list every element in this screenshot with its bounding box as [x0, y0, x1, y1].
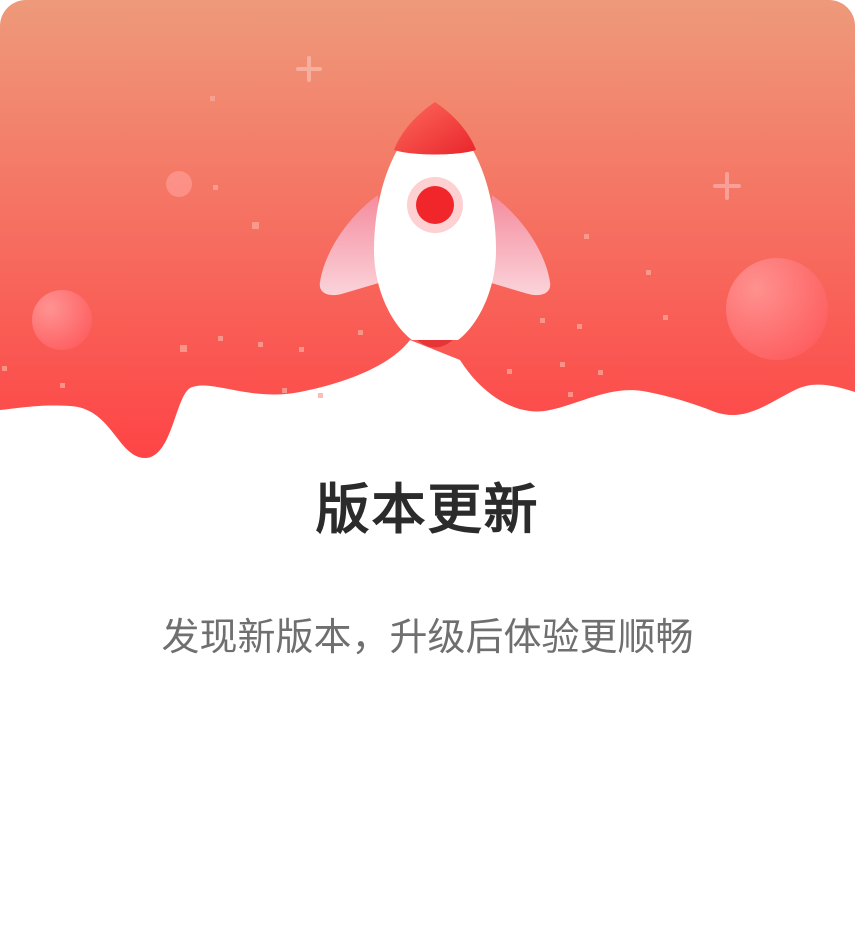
decor-bubble-left — [32, 290, 92, 350]
dialog-title: 版本更新 — [315, 478, 540, 541]
update-hero-banner — [0, 0, 855, 470]
decor-bubble-right — [726, 258, 828, 360]
decor-bubble-small — [166, 171, 192, 197]
update-dialog: 版本更新 发现新版本，升级后体验更顺畅 — [0, 0, 855, 948]
dialog-message: 发现新版本，升级后体验更顺畅 — [161, 615, 694, 659]
